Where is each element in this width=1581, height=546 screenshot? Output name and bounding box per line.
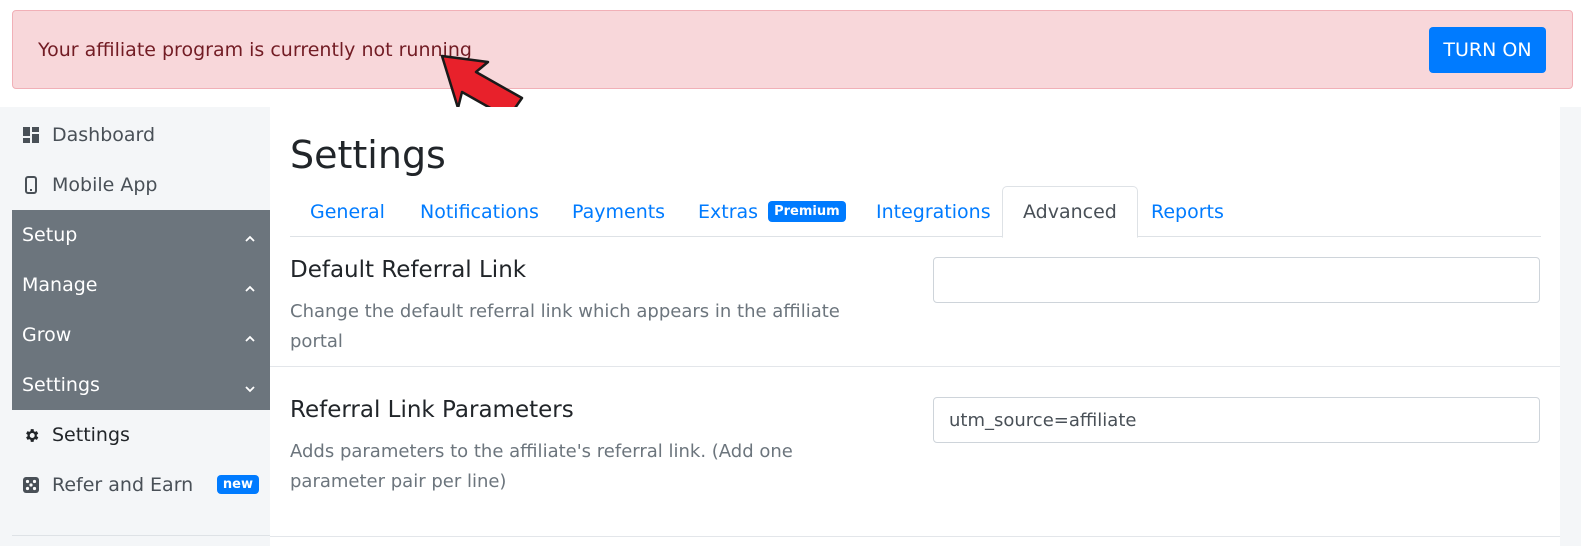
setting-title: Default Referral Link bbox=[290, 257, 527, 283]
section-divider bbox=[270, 536, 1560, 537]
default-referral-link-setting: Default Referral Link Change the default… bbox=[270, 237, 1560, 367]
chevron-up-icon bbox=[244, 328, 256, 350]
sidebar-divider bbox=[12, 535, 270, 536]
dashboard-icon bbox=[22, 126, 40, 144]
gear-icon bbox=[22, 426, 40, 444]
sidebar-item-label: Dashboard bbox=[52, 124, 156, 146]
sidebar: Dashboard Mobile App Setup Manage Grow S… bbox=[12, 110, 270, 510]
sidebar-section-label: Setup bbox=[22, 224, 78, 246]
tab-general[interactable]: General bbox=[290, 186, 405, 237]
mobile-phone-icon bbox=[22, 176, 40, 194]
tab-label: Advanced bbox=[1023, 201, 1117, 223]
sidebar-section-settings[interactable]: Settings bbox=[12, 360, 270, 410]
sidebar-section-label: Manage bbox=[22, 274, 98, 296]
sidebar-section-setup[interactable]: Setup bbox=[12, 210, 270, 260]
tab-payments[interactable]: Payments bbox=[552, 186, 685, 237]
tab-notifications[interactable]: Notifications bbox=[400, 186, 559, 237]
tab-label: General bbox=[310, 200, 385, 223]
sidebar-section-label: Grow bbox=[22, 324, 72, 346]
tab-reports[interactable]: Reports bbox=[1131, 186, 1244, 237]
referral-link-parameters-setting: Referral Link Parameters Adds parameters… bbox=[270, 367, 1560, 537]
sidebar-item-settings[interactable]: Settings bbox=[12, 410, 270, 460]
settings-tabs: General Notifications Payments Extras Pr… bbox=[290, 186, 1541, 238]
dice-icon bbox=[22, 476, 40, 494]
tab-integrations[interactable]: Integrations bbox=[856, 186, 1011, 237]
chevron-up-icon bbox=[244, 278, 256, 300]
sidebar-item-dashboard[interactable]: Dashboard bbox=[12, 110, 270, 160]
tab-label: Extras bbox=[698, 200, 759, 223]
setting-description: Adds parameters to the affiliate's refer… bbox=[290, 441, 793, 492]
chevron-up-icon bbox=[244, 228, 256, 250]
tab-label: Reports bbox=[1151, 200, 1224, 223]
alert-message: Your affiliate program is currently not … bbox=[38, 39, 472, 61]
setting-title: Referral Link Parameters bbox=[290, 397, 574, 423]
chevron-down-icon bbox=[244, 378, 256, 400]
sidebar-section-label: Settings bbox=[22, 374, 100, 396]
sidebar-section-manage[interactable]: Manage bbox=[12, 260, 270, 310]
tab-label: Integrations bbox=[876, 200, 991, 223]
sidebar-item-refer-and-earn[interactable]: Refer and Earn new bbox=[12, 460, 270, 510]
tab-advanced[interactable]: Advanced bbox=[1002, 186, 1138, 238]
sidebar-section-grow[interactable]: Grow bbox=[12, 310, 270, 360]
tab-extras[interactable]: Extras Premium bbox=[678, 186, 866, 237]
main-content: Settings General Notifications Payments … bbox=[270, 107, 1560, 546]
page-title: Settings bbox=[290, 133, 446, 177]
tab-label: Payments bbox=[572, 200, 666, 223]
tab-label: Notifications bbox=[420, 200, 539, 223]
sidebar-item-label: Refer and Earn bbox=[52, 474, 194, 496]
sidebar-item-label: Mobile App bbox=[52, 174, 158, 196]
turn-on-button[interactable]: TURN ON bbox=[1429, 27, 1546, 73]
program-status-alert: Your affiliate program is currently not … bbox=[12, 10, 1573, 89]
referral-link-parameters-input[interactable] bbox=[933, 397, 1540, 443]
sidebar-item-mobile-app[interactable]: Mobile App bbox=[12, 160, 270, 210]
sidebar-item-label: Settings bbox=[52, 424, 130, 446]
setting-description: Change the default referral link which a… bbox=[290, 301, 840, 352]
default-referral-link-input[interactable] bbox=[933, 257, 1540, 303]
new-badge: new bbox=[216, 475, 259, 494]
premium-badge: Premium bbox=[768, 201, 846, 222]
